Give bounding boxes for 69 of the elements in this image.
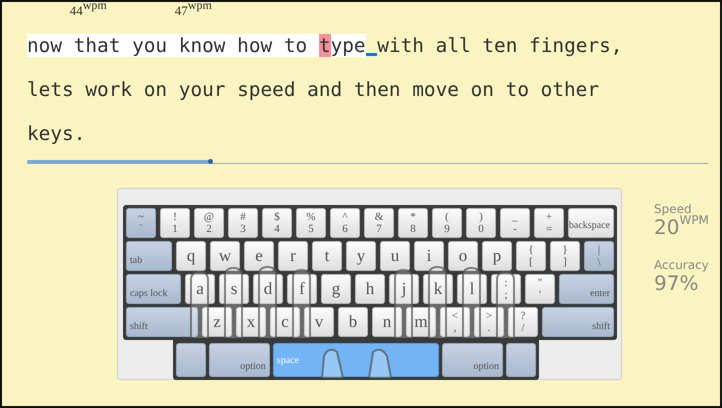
keyboard-key: m — [406, 307, 436, 337]
keyboard-key: ! 1 — [160, 208, 190, 238]
keyboard-key: space — [272, 343, 440, 377]
keyboard-key: shift — [126, 307, 198, 337]
keyboard-key: < , — [440, 307, 470, 337]
keyboard-key: w — [210, 241, 240, 271]
keyboard-key: s — [219, 274, 249, 304]
finger-outline — [224, 267, 243, 339]
stat-label: Accuracy — [654, 258, 709, 272]
thumb-outline — [321, 348, 344, 379]
keyboard-key: e — [244, 241, 274, 271]
keyboard-key: option — [209, 343, 270, 377]
keyboard-key: + = — [534, 208, 564, 238]
stat-unit: WPM — [679, 213, 709, 227]
keyboard-key: j — [389, 274, 419, 304]
keyboard-key: r — [278, 241, 308, 271]
keyboard-key: p — [482, 241, 512, 271]
keyboard-key: option — [442, 343, 503, 377]
keyboard-key: c — [270, 307, 300, 337]
keyboard-key: g — [321, 274, 351, 304]
keyboard-key: } ] — [550, 241, 580, 271]
keyboard-key: shift — [542, 307, 614, 337]
keyboard-key: ( 9 — [432, 208, 462, 238]
keyboard-key: t — [312, 241, 342, 271]
keyboard-key: y — [346, 241, 376, 271]
keyboard-key: k — [423, 274, 453, 304]
keyboard-key: l — [457, 274, 487, 304]
keyboard-key: enter — [559, 274, 614, 304]
keyboard-key: f — [287, 274, 317, 304]
keyboard-key: $ 4 — [262, 208, 292, 238]
finger-outline — [394, 269, 413, 339]
keyboard-key: > . — [474, 307, 504, 337]
keyboard-key: x — [236, 307, 266, 337]
keyboard-key: ^ 6 — [330, 208, 360, 238]
keyboard-key: d — [253, 274, 283, 304]
keyboard-key: { [ — [516, 241, 546, 271]
keyboard-key: h — [355, 274, 385, 304]
keyboard-key: v — [304, 307, 334, 337]
keyboard-key: ~ ` — [126, 208, 156, 238]
stat-value: 20 — [654, 215, 680, 239]
keyboard-key: _ - — [500, 208, 530, 238]
keyboard-key: ) 0 — [466, 208, 496, 238]
finger-outline — [292, 269, 311, 339]
keyboard-key: z — [202, 307, 232, 337]
thumb-outline — [368, 348, 392, 379]
keyboard-key: * 8 — [398, 208, 428, 238]
keyboard-key: " ' — [525, 274, 555, 304]
keyboard-key: tab — [126, 241, 172, 271]
finger-outline — [462, 267, 481, 339]
keyboard-key: o — [448, 241, 478, 271]
keyboard-key: | \ — [584, 241, 614, 271]
keyboard-key: u — [380, 241, 410, 271]
keyboard-key: backspace — [568, 208, 614, 238]
keyboard-key: a — [185, 274, 215, 304]
keyboard-key: & 7 — [364, 208, 394, 238]
keyboard-key: q — [176, 241, 206, 271]
keyboard-key: # 3 — [228, 208, 258, 238]
keyboard-key: caps lock — [126, 274, 181, 304]
keyboard-key: b — [338, 307, 368, 337]
keyboard-key: % 5 — [296, 208, 326, 238]
keyboard-key: : ; — [491, 274, 521, 304]
keyboard-key: i — [414, 241, 444, 271]
keyboard-key: @ 2 — [194, 208, 224, 238]
stat-value: 97% — [654, 271, 698, 295]
keyboard-key: ? / — [508, 307, 538, 337]
stat-label: Speed — [654, 202, 692, 216]
finger-outline — [190, 271, 209, 339]
finger-outline — [496, 271, 515, 339]
keyboard-key: n — [372, 307, 402, 337]
